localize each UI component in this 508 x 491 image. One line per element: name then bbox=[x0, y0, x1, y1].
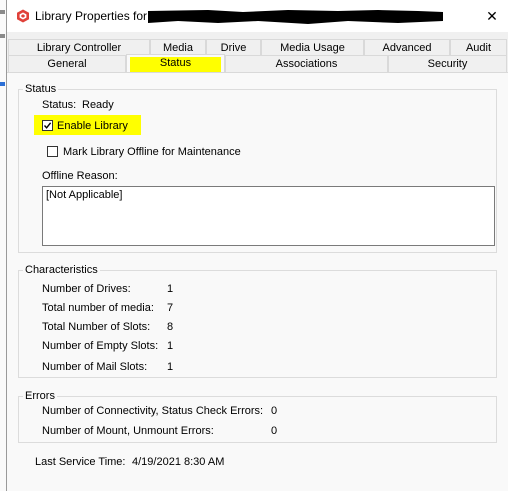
redacted-library-name bbox=[148, 10, 443, 24]
window-title: Library Properties for bbox=[35, 9, 148, 23]
tab-label: Media Usage bbox=[280, 42, 345, 54]
tab-row-back: Library Controller Media Drive Media Usa… bbox=[7, 39, 508, 56]
tab-general[interactable]: General bbox=[8, 55, 126, 72]
tab-security[interactable]: Security bbox=[388, 55, 507, 72]
background-mark bbox=[0, 34, 5, 38]
characteristics-group-title: Characteristics bbox=[23, 264, 100, 276]
tab-label: Security bbox=[427, 58, 468, 70]
title-bar[interactable]: Library Properties for ✕ bbox=[7, 0, 508, 32]
status-value: Ready bbox=[82, 99, 114, 111]
error-value: 0 bbox=[271, 405, 278, 417]
tab-advanced[interactable]: Advanced bbox=[364, 39, 450, 56]
check-mark-icon bbox=[43, 122, 52, 129]
tab-status[interactable]: Status bbox=[126, 54, 225, 73]
enable-library-label[interactable]: Enable Library bbox=[57, 120, 128, 132]
tab-audit[interactable]: Audit bbox=[450, 39, 507, 56]
characteristic-value: 1 bbox=[167, 361, 174, 373]
error-label: Number of Connectivity, Status Check Err… bbox=[42, 405, 264, 417]
tab-label: Status bbox=[159, 57, 192, 69]
status-label: Status: bbox=[42, 99, 77, 111]
error-value: 0 bbox=[271, 425, 278, 437]
tab-row-front: General Status Associations Security bbox=[7, 54, 508, 73]
offline-maintenance-label[interactable]: Mark Library Offline for Maintenance bbox=[63, 146, 241, 158]
close-icon: ✕ bbox=[486, 7, 498, 24]
library-app-icon bbox=[17, 9, 29, 23]
background-mark bbox=[0, 10, 5, 14]
status-group: Status Status: Ready Enable Library Mark… bbox=[18, 83, 497, 253]
errors-group-title: Errors bbox=[23, 390, 57, 402]
characteristic-label: Number of Empty Slots: bbox=[42, 340, 159, 352]
tab-label: Audit bbox=[465, 42, 492, 54]
last-service-time-value: 4/19/2021 8:30 AM bbox=[132, 456, 225, 468]
characteristic-value: 8 bbox=[167, 321, 174, 333]
offline-reason-field[interactable]: [Not Applicable] bbox=[42, 186, 495, 246]
tab-label: Advanced bbox=[382, 42, 432, 54]
enable-library-checkbox[interactable] bbox=[42, 120, 53, 131]
tab-media-usage[interactable]: Media Usage bbox=[261, 39, 364, 56]
close-button[interactable]: ✕ bbox=[475, 0, 508, 32]
library-properties-dialog: Library Properties for ✕ Library Control… bbox=[6, 0, 508, 491]
characteristic-label: Number of Mail Slots: bbox=[42, 361, 148, 373]
offline-maintenance-checkbox[interactable] bbox=[47, 146, 58, 157]
characteristic-value: 1 bbox=[167, 283, 174, 295]
background-mark bbox=[0, 82, 5, 86]
offline-reason-label: Offline Reason: bbox=[42, 170, 118, 182]
tab-label: General bbox=[47, 58, 87, 70]
tab-label: Media bbox=[163, 42, 193, 54]
characteristic-value: 7 bbox=[167, 302, 174, 314]
characteristic-label: Total number of media: bbox=[42, 302, 154, 314]
tab-label: Drive bbox=[220, 42, 247, 54]
status-group-title: Status bbox=[23, 83, 59, 95]
characteristic-label: Number of Drives: bbox=[42, 283, 131, 295]
tab-associations[interactable]: Associations bbox=[225, 55, 388, 72]
errors-group: Errors Number of Connectivity, Status Ch… bbox=[18, 390, 497, 443]
last-service-time-label: Last Service Time: bbox=[35, 456, 126, 468]
characteristic-label: Total Number of Slots: bbox=[42, 321, 151, 333]
offline-reason-value: [Not Applicable] bbox=[46, 189, 123, 201]
error-label: Number of Mount, Unmount Errors: bbox=[42, 425, 214, 437]
tab-label: Associations bbox=[275, 58, 338, 70]
characteristics-group: Characteristics Number of Drives: 1 Tota… bbox=[18, 264, 497, 378]
tab-label: Library Controller bbox=[36, 42, 122, 54]
status-tab-panel: Status Status: Ready Enable Library Mark… bbox=[7, 72, 508, 491]
characteristic-value: 1 bbox=[167, 340, 174, 352]
